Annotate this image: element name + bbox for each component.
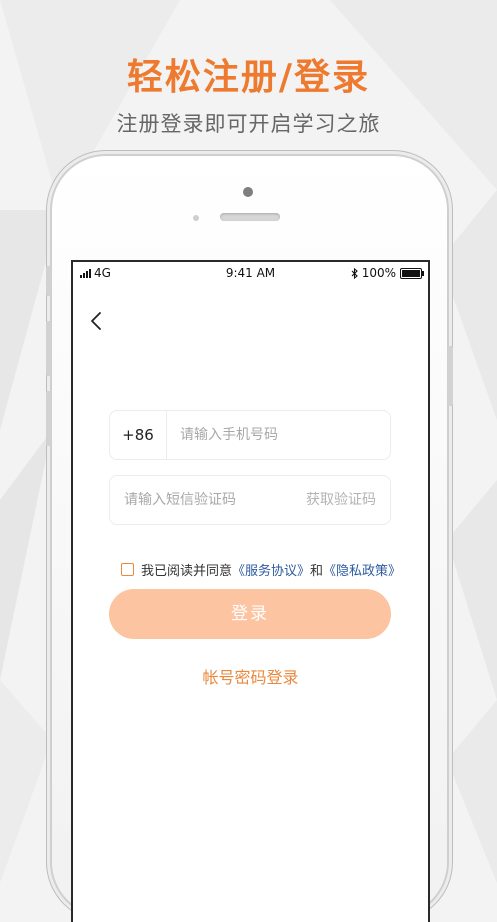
chevron-left-icon	[91, 312, 101, 330]
country-code-selector[interactable]: +86	[110, 411, 167, 459]
get-code-button[interactable]: 获取验证码	[306, 476, 376, 524]
back-button[interactable]	[81, 306, 111, 336]
phone-number-placeholder: 请输入手机号码	[180, 427, 278, 443]
phone-frame: 4G 9:41 AM 100% +86 请输入手机号码 请输入短信验证码 获取验…	[46, 156, 453, 922]
password-login-link[interactable]: 帐号密码登录	[73, 664, 428, 688]
status-right: 100%	[351, 266, 424, 280]
sms-code-placeholder: 请输入短信验证码	[124, 492, 236, 508]
agreement-prefix: 我已阅读并同意	[141, 564, 233, 579]
battery-icon	[400, 267, 424, 279]
front-camera	[243, 187, 253, 197]
service-agreement-link[interactable]: 《服务协议》	[232, 560, 310, 579]
volume-down-button	[46, 391, 51, 446]
page-subtitle: 注册登录即可开启学习之旅	[116, 112, 381, 136]
agreement-conjunction: 和	[310, 564, 324, 579]
mute-switch	[46, 266, 51, 296]
status-bar: 4G 9:41 AM 100%	[73, 262, 428, 284]
battery-percent: 100%	[361, 266, 396, 280]
agreement-checkbox[interactable]	[121, 563, 134, 576]
phone-number-field[interactable]: +86 请输入手机号码	[109, 410, 391, 460]
login-button[interactable]: 登录	[109, 589, 391, 639]
earpiece-speaker	[220, 213, 280, 221]
proximity-sensor	[193, 215, 199, 221]
volume-up-button	[46, 321, 51, 376]
sms-code-field[interactable]: 请输入短信验证码 获取验证码	[109, 475, 391, 525]
phone-screen: 4G 9:41 AM 100% +86 请输入手机号码 请输入短信验证码 获取验…	[71, 260, 430, 922]
bluetooth-icon	[351, 267, 358, 279]
privacy-policy-link[interactable]: 《隐私政策》	[323, 560, 401, 579]
page-title: 轻松注册/登录	[126, 57, 371, 98]
power-button	[448, 346, 453, 406]
agreement-row: 我已阅读并同意 《服务协议》 和 《隐私政策》	[121, 560, 401, 579]
